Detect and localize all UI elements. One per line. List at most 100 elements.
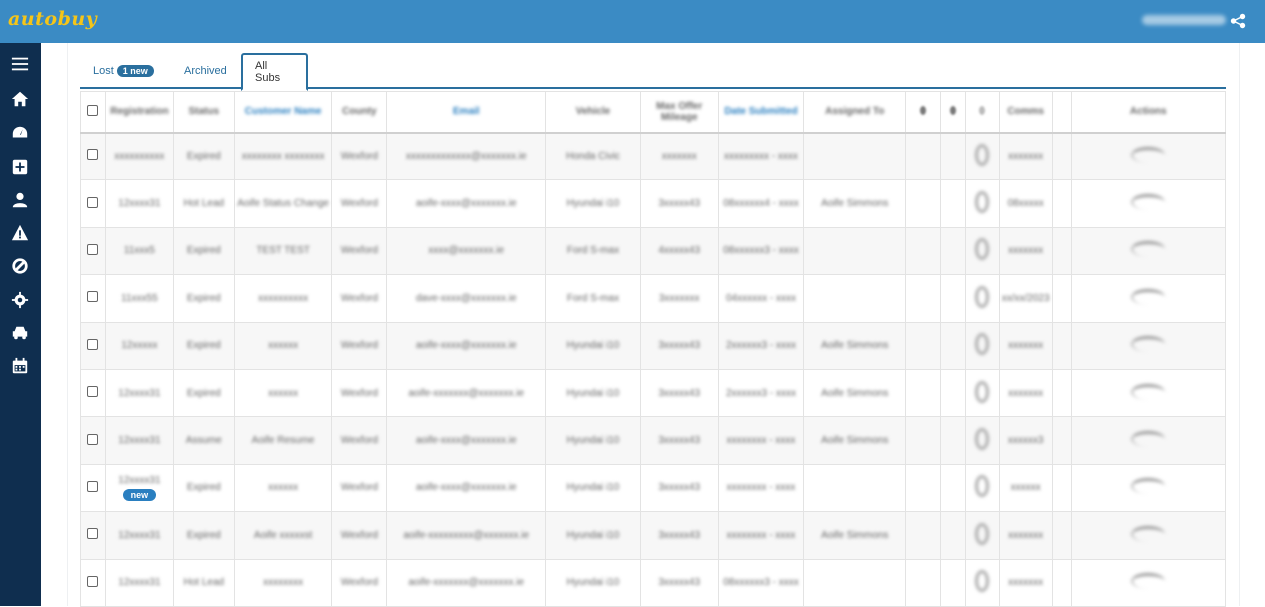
table-row[interactable]: 12xxxx31 Hot Lead Aoife Status Change Wexfo… (80, 179, 1227, 228)
progress-ring-icon[interactable] (975, 380, 990, 403)
progress-ring-icon[interactable] (975, 285, 990, 308)
row-checkbox[interactable] (87, 243, 99, 255)
cell-actions[interactable] (1070, 416, 1227, 465)
header-max-offer[interactable]: Max Offer Mileage (639, 91, 719, 134)
cell-email[interactable]: xxxxxxxxxxxxx@xxxxxxx.ie (386, 131, 547, 181)
user-icon[interactable] (10, 190, 30, 210)
cell-status-ring[interactable] (964, 558, 1000, 607)
tab-archived[interactable]: Archived (172, 53, 239, 89)
cell-registration[interactable]: 11xxx5 (104, 226, 174, 276)
header-assigned-to[interactable]: Assigned To (803, 91, 907, 134)
cell-email[interactable]: aoife-xxxxxxxxx@xxxxxxx.ie (386, 511, 547, 560)
row-checkbox[interactable] (87, 433, 99, 445)
signature-icon[interactable] (1131, 288, 1166, 305)
cell-email[interactable]: aoife-xxxxxxx@xxxxxxx.ie (386, 558, 547, 607)
header-comms[interactable]: Comms (998, 91, 1053, 134)
table-row[interactable]: 12xxxx31 Expired Aoife xxxxxst Wexford aoife… (80, 511, 1227, 560)
cell-actions[interactable] (1070, 131, 1227, 181)
progress-ring-icon[interactable] (975, 238, 990, 261)
car-icon[interactable] (10, 323, 30, 343)
cell-status-ring[interactable] (964, 179, 1000, 228)
row-checkbox[interactable] (87, 196, 99, 208)
signature-icon[interactable] (1131, 146, 1166, 163)
cell-registration[interactable]: 12xxxx31 (104, 558, 174, 607)
row-checkbox[interactable] (87, 386, 99, 398)
warning-icon[interactable] (10, 223, 30, 243)
autobuy-logo[interactable]: autobuy (8, 8, 97, 30)
cell-registration[interactable]: 12xxxxx (104, 321, 174, 370)
table-row[interactable]: 12xxxx31 Hot Lead xxxxxxxx Wexford aoife-xxx… (80, 558, 1227, 607)
share-settings-icon[interactable] (1229, 12, 1247, 30)
cell-actions[interactable] (1070, 321, 1227, 370)
cell-email[interactable]: aoife-xxxx@xxxxxxx.ie (386, 463, 547, 513)
progress-ring-icon[interactable] (975, 522, 990, 545)
select-all-checkbox[interactable] (87, 104, 99, 116)
header-customer-name[interactable]: Customer Name (233, 91, 333, 134)
progress-ring-icon[interactable] (975, 475, 990, 498)
progress-ring-icon[interactable] (975, 428, 990, 451)
progress-ring-icon[interactable] (975, 570, 990, 593)
signature-icon[interactable] (1131, 525, 1166, 542)
cell-email[interactable]: xxxx@xxxxxxx.ie (386, 226, 547, 276)
header-email[interactable]: Email (386, 91, 547, 134)
header-date-submitted[interactable]: Date Submitted (717, 91, 805, 134)
row-checkbox[interactable] (87, 575, 99, 587)
dashboard-icon[interactable] (10, 123, 30, 143)
gear-icon[interactable] (10, 290, 30, 310)
cell-registration[interactable]: 12xxxx31 (104, 368, 174, 418)
table-row[interactable]: 11xxx5 Expired TEST TEST Wexford xxxx@xxxxxx… (80, 226, 1227, 276)
signature-icon[interactable] (1131, 383, 1166, 400)
header-vehicle[interactable]: Vehicle (545, 91, 641, 134)
cell-status-ring[interactable] (964, 321, 1000, 370)
cell-status-ring[interactable] (964, 463, 1000, 513)
ban-icon[interactable] (10, 256, 30, 276)
user-name[interactable] (1142, 15, 1226, 25)
cell-status-ring[interactable] (964, 416, 1000, 465)
table-row[interactable]: 12xxxx31 Expired xxxxxx Wexford aoife-xxxxxx… (80, 368, 1227, 418)
cell-email[interactable]: dave-xxxx@xxxxxxx.ie (386, 274, 547, 323)
tab-all-subs[interactable]: All Subs (241, 53, 308, 91)
cell-status-ring[interactable] (964, 131, 1000, 181)
cell-registration[interactable]: 12xxxx31 (104, 179, 174, 228)
menu-icon[interactable] (10, 54, 30, 74)
progress-ring-icon[interactable] (975, 143, 990, 166)
cell-registration[interactable]: 11xxx55 (104, 274, 174, 323)
calendar-icon[interactable] (10, 356, 30, 376)
cell-status-ring[interactable] (964, 226, 1000, 276)
tab-lost[interactable]: Lost 1 new (81, 53, 166, 89)
cell-actions[interactable] (1070, 226, 1227, 276)
cell-email[interactable]: aoife-xxxx@xxxxxxx.ie (386, 416, 547, 465)
row-checkbox[interactable] (87, 149, 99, 161)
table-row[interactable]: 11xxx55 Expired xxxxxxxxxx Wexford dave-xxxx… (80, 274, 1227, 323)
plus-square-icon[interactable] (10, 157, 30, 177)
row-checkbox[interactable] (87, 528, 99, 540)
cell-registration[interactable]: 12xxxx31 new (104, 463, 174, 513)
signature-icon[interactable] (1131, 194, 1166, 211)
cell-actions[interactable] (1070, 463, 1227, 513)
progress-ring-icon[interactable] (975, 333, 990, 356)
cell-actions[interactable] (1070, 511, 1227, 560)
table-row[interactable]: 12xxxx31 Assume Aoife Resume Wexford aoife-x… (80, 416, 1227, 465)
progress-ring-icon[interactable] (975, 191, 990, 214)
signature-icon[interactable] (1131, 478, 1166, 495)
cell-actions[interactable] (1070, 558, 1227, 607)
cell-actions[interactable] (1070, 179, 1227, 228)
cell-status-ring[interactable] (964, 368, 1000, 418)
signature-icon[interactable] (1131, 431, 1166, 448)
signature-icon[interactable] (1131, 241, 1166, 258)
cell-actions[interactable] (1070, 274, 1227, 323)
header-status[interactable]: Status (172, 91, 235, 134)
cell-email[interactable]: aoife-xxxx@xxxxxxx.ie (386, 321, 547, 370)
cell-email[interactable]: aoife-xxxx@xxxxxxx.ie (386, 179, 547, 228)
header-county[interactable]: County (331, 91, 388, 134)
row-checkbox[interactable] (87, 338, 99, 350)
home-icon[interactable] (10, 89, 30, 109)
signature-icon[interactable] (1131, 336, 1166, 353)
row-checkbox[interactable] (87, 480, 99, 492)
cell-status-ring[interactable] (964, 274, 1000, 323)
row-checkbox[interactable] (87, 291, 99, 303)
cell-status-ring[interactable] (964, 511, 1000, 560)
header-registration[interactable]: Registration (104, 91, 174, 134)
table-row[interactable]: 12xxxxx Expired xxxxxx Wexford aoife-xxxx@xx… (80, 321, 1227, 370)
cell-registration[interactable]: 12xxxx31 (104, 511, 174, 560)
